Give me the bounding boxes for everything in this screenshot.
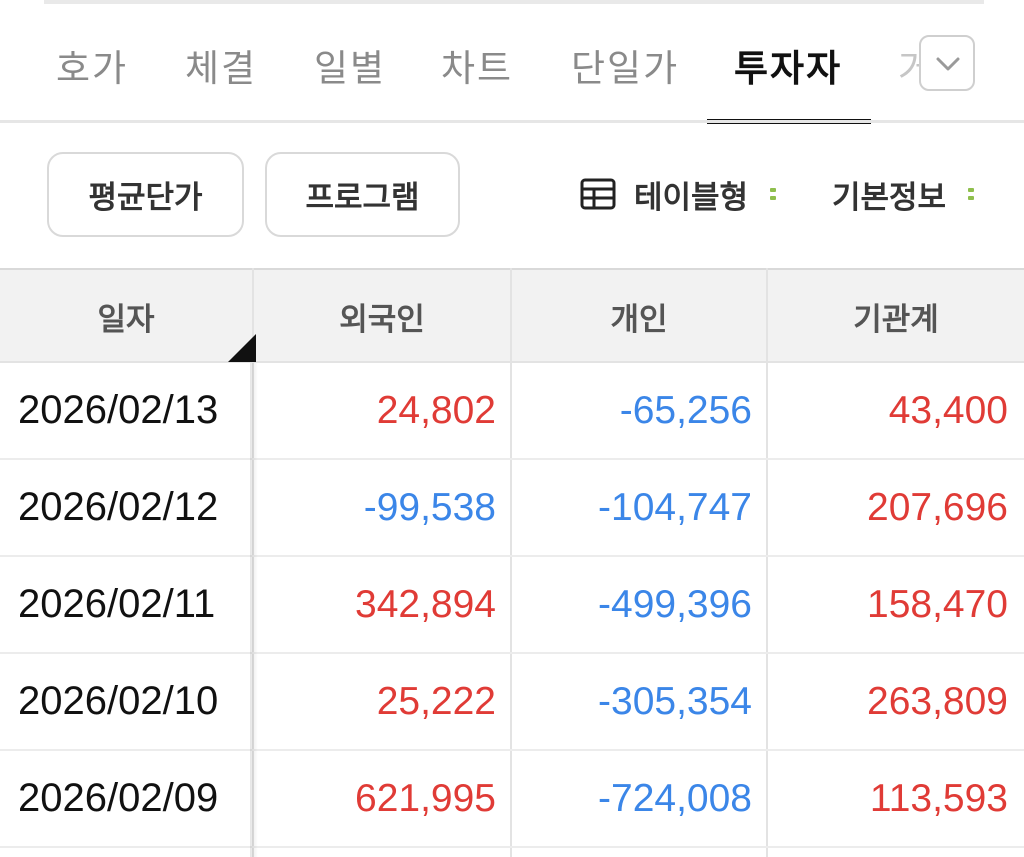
table-icon [580,178,616,210]
header-date[interactable]: 일자 [0,270,252,363]
row-date: 2026/02/10 [18,679,219,723]
tab-single-price[interactable]: 단일가 [571,38,679,92]
basic-info-toggle[interactable]: 기본정보 [832,174,975,216]
table-row[interactable]: 2026/02/13 24,802 -65,256 43,400 [0,363,1024,460]
table-view-label: 테이블형 [634,179,749,216]
row-individual: -724,008 [598,776,752,820]
average-price-button[interactable]: 평균단가 [47,152,244,237]
row-foreign: 342,894 [355,582,496,626]
chevron-down-icon [936,57,960,71]
tab-trades[interactable]: 체결 [185,38,257,92]
row-institution: 263,809 [867,679,1008,723]
row-individual: -65,256 [619,388,752,432]
row-date: 2026/02/11 [18,582,216,626]
table-row[interactable]: 2026/02/09 621,995 -724,008 113,593 [0,751,1024,848]
table-view-toggle[interactable]: 테이블형 [580,174,777,216]
header-individual[interactable]: 개인 [512,270,766,363]
tab-chart[interactable]: 차트 [441,38,513,92]
tab-partial[interactable]: 거 [898,38,920,92]
row-institution: 207,696 [867,485,1008,529]
table-header: 일자 외국인 개인 기관계 [0,268,1024,363]
row-date: 2026/02/13 [18,388,219,432]
tab-daily[interactable]: 일별 [314,38,386,92]
row-foreign: 621,995 [355,776,496,820]
row-institution: 158,470 [867,582,1008,626]
program-button[interactable]: 프로그램 [265,152,460,237]
row-date: 2026/02/09 [18,776,219,820]
drag-handle-icon [968,186,975,202]
frozen-column-shadow [250,363,258,857]
tab-bar: 호가 체결 일별 차트 단일가 투자자 거 [0,0,1024,124]
row-foreign: 25,222 [376,679,496,723]
row-date: 2026/02/12 [18,485,219,529]
drag-handle-icon [770,186,777,202]
header-foreign[interactable]: 외국인 [254,270,510,363]
tab-hoga[interactable]: 호가 [56,38,128,92]
row-foreign: 24,802 [376,388,496,432]
header-institution[interactable]: 기관계 [768,270,1024,363]
more-tabs-button[interactable] [919,35,975,91]
sort-indicator-icon [228,334,256,362]
row-institution: 43,400 [888,388,1008,432]
basic-info-label: 기본정보 [832,179,947,216]
row-individual: -305,354 [598,679,752,723]
tabs-divider [0,120,1024,123]
tab-investor[interactable]: 투자자 [734,38,842,92]
table-row[interactable]: 2026/02/12 -99,538 -104,747 207,696 [0,460,1024,557]
table-row[interactable]: 2026/02/11 342,894 -499,396 158,470 [0,557,1024,654]
row-individual: -104,747 [598,485,752,529]
row-individual: -499,396 [598,582,752,626]
table-row[interactable]: 2026/02/10 25,222 -305,354 263,809 [0,654,1024,751]
row-institution: 113,593 [869,776,1008,820]
row-foreign: -99,538 [363,485,496,529]
